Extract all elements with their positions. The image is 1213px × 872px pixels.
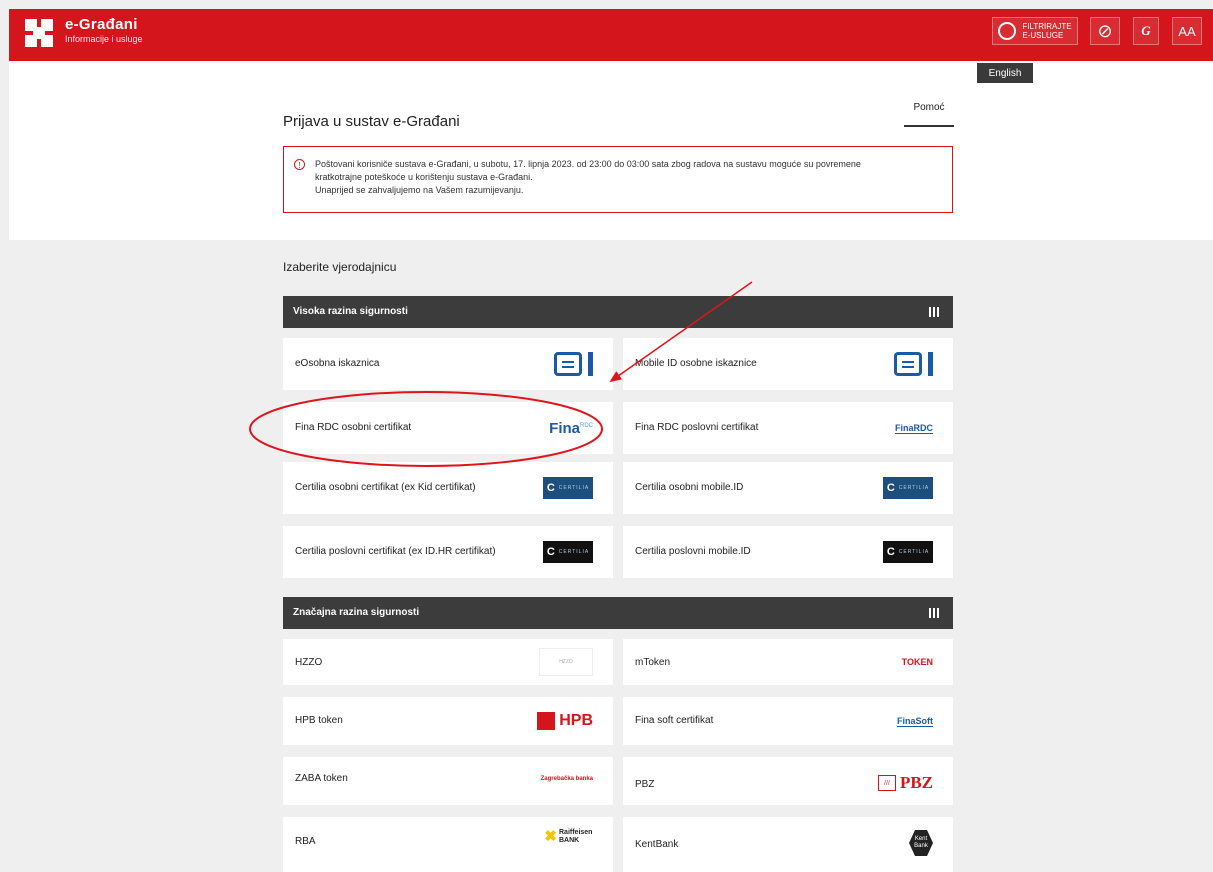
fina-logo: Fina RDC — [549, 419, 593, 437]
notice-line-3: Unaprijed se zahvaljujemo na Vašem razum… — [315, 185, 524, 195]
app-title[interactable]: e-Građani — [65, 16, 138, 33]
eye-slash-icon: ⊘ — [1097, 20, 1113, 41]
credential-certilia-mobile-osobni[interactable]: Certilia osobni mobile.ID C CERTILIA — [623, 462, 953, 514]
choose-credential-label: Izaberite vjerodajnicu — [283, 260, 397, 274]
maintenance-notice: ! Poštovani korisniče sustava e-Građani,… — [283, 146, 953, 213]
credential-pbz[interactable]: PBZ ///PBZ — [623, 757, 953, 805]
credential-fina-rdc-poslovni[interactable]: Fina RDC poslovni certifikat FinaRDC — [623, 402, 953, 454]
certilia-logo: C CERTILIA — [883, 538, 933, 566]
credential-mobile-id[interactable]: Mobile ID osobne iskaznice — [623, 338, 953, 390]
hpb-logo: HPB — [537, 707, 593, 735]
credential-hpb-token[interactable]: HPB token HPB — [283, 697, 613, 745]
eid-icon — [894, 350, 933, 378]
notice-line-1: Poštovani korisniče sustava e-Građani, u… — [315, 159, 861, 169]
credential-eosobna[interactable]: eOsobna iskaznica — [283, 338, 613, 390]
page-title: Prijava u sustav e-Građani — [283, 113, 460, 130]
collapse-icon[interactable] — [929, 608, 939, 618]
app-subtitle: Informacije i usluge — [65, 34, 143, 44]
credential-name: Certilia poslovni mobile.ID — [635, 546, 751, 557]
fina-soft-logo: FinaSoft — [897, 715, 933, 727]
credential-name: eOsobna iskaznica — [295, 358, 380, 369]
collapse-icon[interactable] — [929, 307, 939, 317]
filter-label-1: FILTRIRAJTE — [1022, 22, 1072, 31]
fina-rdc-logo: FinaRDC — [895, 422, 933, 434]
section-title: Značajna razina sigurnosti — [293, 607, 420, 618]
credential-name: Fina RDC poslovni certifikat — [635, 422, 759, 433]
eid-icon — [554, 350, 593, 378]
raiffeisen-logo: ✖ Raiffeisen BANK — [544, 828, 593, 845]
credential-zaba-token[interactable]: ZABA token Zagrebačka banka — [283, 757, 613, 805]
credential-name: HPB token — [295, 715, 343, 726]
filter-label-2: E-USLUGE — [1022, 31, 1064, 40]
kentbank-logo: Kent Bank — [909, 829, 933, 857]
g-label: G — [1141, 23, 1151, 38]
info-icon: ! — [294, 159, 305, 170]
credential-kentbank[interactable]: KentBank Kent Bank — [623, 817, 953, 872]
credential-fina-soft[interactable]: Fina soft certifikat FinaSoft — [623, 697, 953, 745]
credential-rba[interactable]: RBA ✖ Raiffeisen BANK — [283, 817, 613, 872]
font-size-button[interactable]: AA — [1172, 17, 1202, 45]
credential-certilia-osobni[interactable]: Certilia osobni certifikat (ex Kid certi… — [283, 462, 613, 514]
credential-name: Certilia osobni mobile.ID — [635, 482, 744, 493]
language-button[interactable]: English — [977, 63, 1033, 83]
credential-name: HZZO — [295, 657, 323, 668]
aa-label: AA — [1178, 23, 1196, 39]
certilia-logo: C CERTILIA — [543, 474, 593, 502]
credential-name: mToken — [635, 657, 671, 668]
section-substantial-security[interactable]: Značajna razina sigurnosti — [283, 597, 953, 629]
credential-name: Certilia poslovni certifikat (ex ID.HR c… — [295, 546, 496, 557]
zaba-logo: Zagrebačka banka — [540, 776, 593, 782]
credential-certilia-poslovni[interactable]: Certilia poslovni certifikat (ex ID.HR c… — [283, 526, 613, 578]
credential-hzzo[interactable]: HZZO HZZO — [283, 639, 613, 685]
credential-name: Fina soft certifikat — [635, 715, 714, 726]
notice-line-2: kratkotrajne poteškoće u korištenju sust… — [315, 172, 533, 182]
credential-name: Fina RDC osobni certifikat — [295, 422, 412, 433]
credential-name: Certilia osobni certifikat (ex Kid certi… — [295, 482, 476, 493]
credential-fina-rdc-osobni[interactable]: Fina RDC osobni certifikat Fina RDC — [283, 402, 613, 454]
hide-visibility-button[interactable]: ⊘ — [1090, 17, 1120, 45]
help-link[interactable]: Pomoć — [904, 101, 954, 127]
credential-name: PBZ — [635, 779, 655, 790]
certilia-logo: C CERTILIA — [543, 538, 593, 566]
section-high-security[interactable]: Visoka razina sigurnosti — [283, 296, 953, 328]
certilia-logo: C CERTILIA — [883, 474, 933, 502]
credential-name: Mobile ID osobne iskaznice — [635, 358, 757, 369]
e-gradani-logo-icon[interactable] — [25, 19, 53, 47]
globe-icon — [998, 22, 1017, 40]
top-bar: e-Građani Informacije i usluge FILTRIRAJ… — [9, 9, 1213, 61]
dyslexia-font-button[interactable]: G — [1133, 17, 1159, 45]
credential-certilia-mobile-poslovni[interactable]: Certilia poslovni mobile.ID C CERTILIA — [623, 526, 953, 578]
section-title: Visoka razina sigurnosti — [293, 306, 408, 317]
mtoken-logo: TOKEN — [901, 657, 933, 667]
credential-mtoken[interactable]: mToken TOKEN — [623, 639, 953, 685]
credential-name: RBA — [295, 836, 316, 847]
credential-name: ZABA token — [295, 773, 348, 784]
credential-name: KentBank — [635, 839, 679, 850]
pbz-logo: ///PBZ — [877, 769, 933, 797]
hzzo-logo: HZZO — [539, 648, 593, 676]
filter-services-button[interactable]: FILTRIRAJTE E-USLUGE — [992, 17, 1078, 45]
